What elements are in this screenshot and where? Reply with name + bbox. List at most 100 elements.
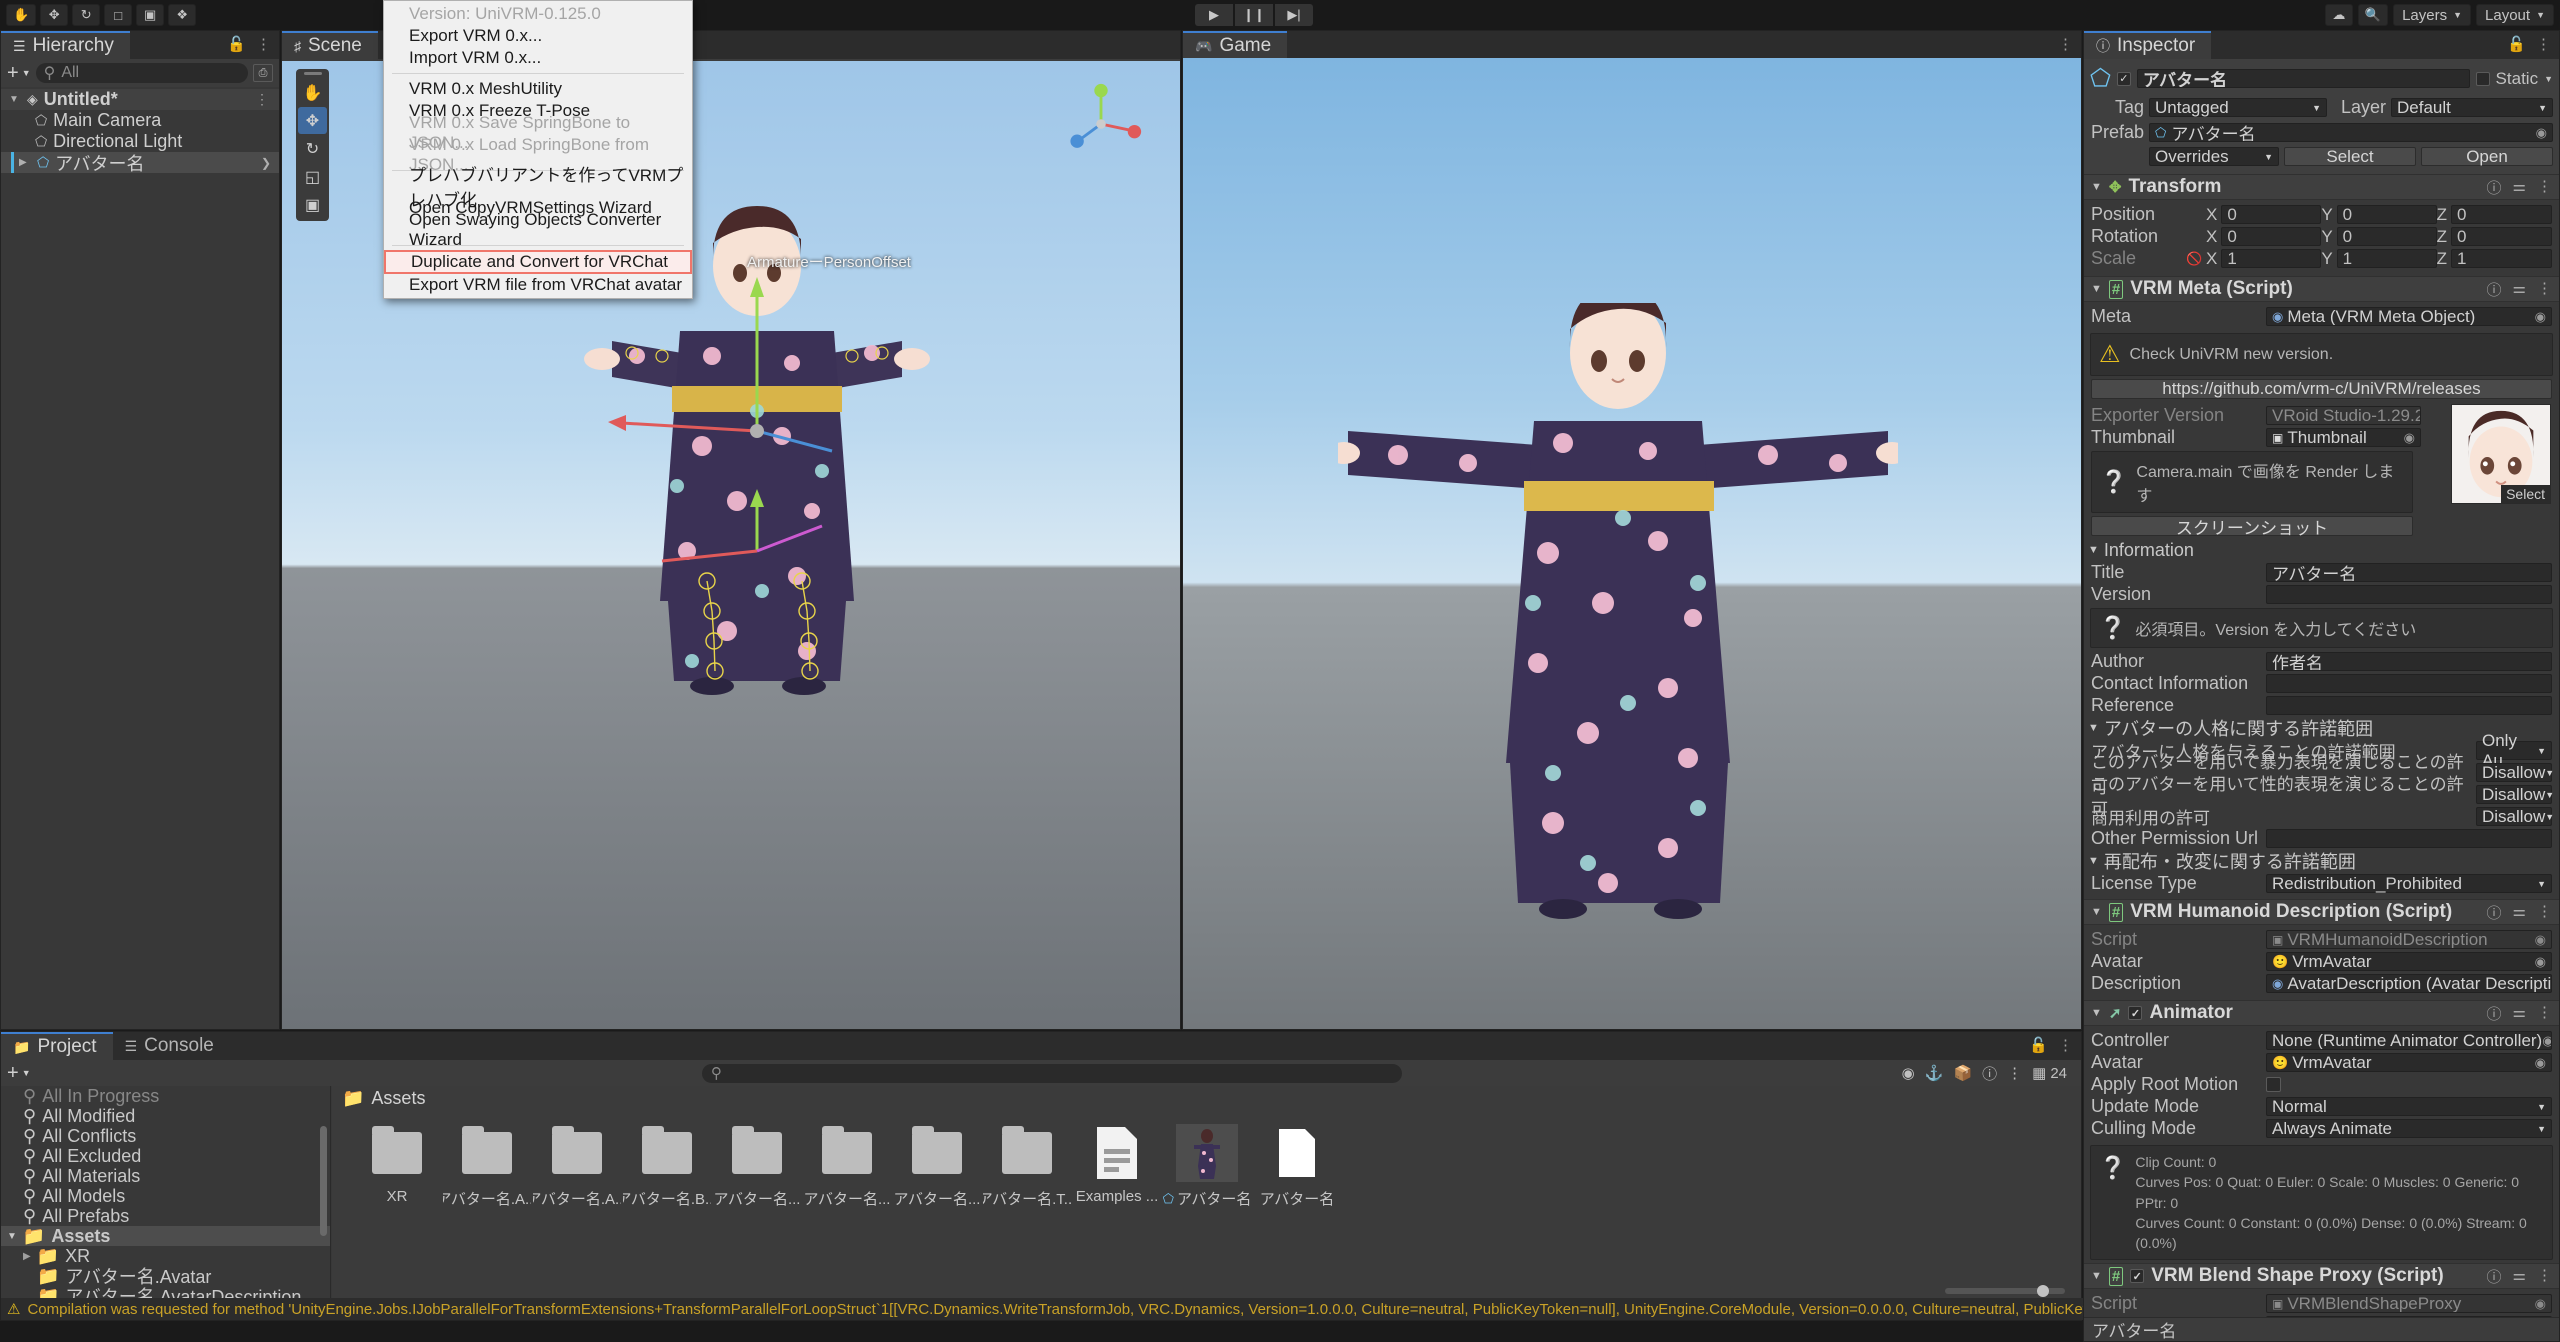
play-button[interactable]: ▶	[1195, 4, 1233, 26]
move-tool-icon[interactable]: ✥	[40, 4, 69, 26]
favorite-item-in-progress[interactable]: ⚲ All In Progress	[1, 1086, 330, 1106]
rotate-tool-icon[interactable]: ↻	[72, 4, 101, 26]
cloud-icon[interactable]: ☁	[2324, 4, 2353, 26]
hierarchy-item-scene[interactable]: ▼ ◈ Untitled* ⋮	[1, 89, 279, 110]
preset-icon[interactable]: ⚌	[2513, 902, 2526, 923]
prefab-open-button[interactable]: Open	[2421, 147, 2553, 166]
asset-item-avatar-prefab[interactable]: ⬠ アバター名	[1162, 1124, 1252, 1209]
asset-item-textures[interactable]: アバター名.T...	[982, 1124, 1072, 1209]
permission-dropdown[interactable]: Only Au ▼	[2476, 731, 2552, 770]
help-icon[interactable]: ⓘ	[2487, 1266, 2502, 1287]
constrain-proportions-icon[interactable]: 🚫	[2186, 251, 2206, 267]
hierarchy-item-main-camera[interactable]: ⬠ Main Camera	[1, 110, 279, 131]
object-picker-icon[interactable]: ◉	[2535, 954, 2546, 970]
chevron-down-icon[interactable]: ▼	[2544, 74, 2553, 84]
author-input[interactable]: 作者名	[2266, 652, 2552, 671]
project-zoom-slider[interactable]	[1945, 1285, 2065, 1297]
asset-item-avatar[interactable]: アバター名.A...	[442, 1124, 532, 1209]
overrides-dropdown[interactable]: Overrides ▼	[2149, 147, 2279, 166]
rect-tool-icon[interactable]: ▣	[136, 4, 165, 26]
slider-handle[interactable]	[2037, 1285, 2049, 1297]
more-menu-icon[interactable]: ⋮	[2537, 177, 2552, 198]
tab-scene[interactable]: ♯ Scene	[282, 31, 378, 59]
hierarchy-search-input[interactable]: ⚲ All	[35, 63, 248, 83]
project-search-input[interactable]: ⚲	[701, 1063, 1402, 1083]
hierarchy-detach-icon[interactable]: ⎙	[253, 64, 273, 82]
tab-project[interactable]: 📁 Project	[1, 1032, 113, 1060]
tab-console[interactable]: ☰ Console	[112, 1032, 230, 1060]
game-viewport[interactable]	[1183, 58, 2081, 1029]
contact-input[interactable]	[2266, 674, 2552, 693]
menu-item-swaying-objects[interactable]: Open Swaying Objects Converter Wizard	[384, 210, 692, 249]
favorite-item-prefabs[interactable]: ⚲ All Prefabs	[1, 1206, 330, 1226]
pause-button[interactable]: ❙❙	[1235, 4, 1273, 26]
tab-inspector[interactable]: ⓘ Inspector	[2084, 31, 2212, 59]
lock-icon[interactable]: 🔓	[2507, 35, 2526, 53]
component-header-vrm-humanoid[interactable]: ▼ # VRM Humanoid Description (Script) ⓘ …	[2084, 899, 2559, 925]
tab-game[interactable]: 🎮 Game	[1183, 31, 1288, 59]
layer-dropdown[interactable]: Default ▼	[2391, 98, 2553, 117]
scale-z-input[interactable]: 1	[2451, 249, 2552, 268]
project-browser[interactable]: 📁 Assets XR アバター名.A... アバター名.A...	[332, 1086, 2081, 1300]
grid-view-icon[interactable]: ▦	[2032, 1064, 2046, 1082]
static-checkbox[interactable]	[2475, 71, 2490, 86]
packages-dropdown-icon[interactable]: 📦	[1953, 1064, 1972, 1082]
layers-dropdown[interactable]: Layers ▼	[2393, 4, 2472, 26]
menu-item-export-vrm-from-vrchat[interactable]: Export VRM file from VRChat avatar	[384, 274, 692, 296]
asset-item-metaobject[interactable]: アバター名...	[892, 1124, 982, 1209]
chevron-down-icon[interactable]: ▼	[2091, 1270, 2102, 1282]
tab-hierarchy[interactable]: ☰ Hierarchy	[1, 31, 130, 59]
object-picker-icon[interactable]: ◉	[2536, 125, 2547, 141]
apply-root-motion-checkbox[interactable]	[2266, 1077, 2281, 1092]
update-mode-dropdown[interactable]: Normal ▼	[2266, 1097, 2552, 1116]
more-menu-icon[interactable]: ⋮	[2537, 1266, 2552, 1287]
favorite-item-models[interactable]: ⚲ All Models	[1, 1186, 330, 1206]
screenshot-button[interactable]: スクリーンショット	[2091, 516, 2413, 538]
scale-y-input[interactable]: 1	[2336, 249, 2437, 268]
component-header-transform[interactable]: ▼ ✥ Transform ⓘ ⚌ ⋮	[2084, 174, 2559, 200]
rotation-z-input[interactable]: 0	[2451, 227, 2552, 246]
more-menu-icon[interactable]: ⋮	[2537, 902, 2552, 923]
asset-item-meshes[interactable]: アバター名...	[802, 1124, 892, 1209]
univrm-releases-link[interactable]: https://github.com/vrm-c/UniVRM/releases	[2091, 379, 2552, 399]
preset-icon[interactable]: ⚌	[2513, 1003, 2526, 1024]
blendshape-enabled-checkbox[interactable]: ✓	[2130, 1269, 2145, 1284]
transform-tool-icon[interactable]: ❖	[168, 4, 197, 26]
prefab-select-button[interactable]: Select	[2284, 147, 2416, 166]
chevron-down-icon[interactable]: ▼	[2091, 1007, 2102, 1019]
hand-tool-icon[interactable]: ✋	[298, 79, 327, 106]
information-foldout[interactable]: ▼ Information	[2084, 539, 2559, 561]
component-header-animator[interactable]: ▼ ➚ ✓ Animator ⓘ ⚌ ⋮	[2084, 1000, 2559, 1026]
component-header-blendshape-proxy[interactable]: ▼ # ✓ VRM Blend Shape Proxy (Script) ⓘ ⚌…	[2084, 1263, 2559, 1290]
position-z-input[interactable]: 0	[2451, 205, 2552, 224]
chevron-down-icon[interactable]: ▼	[9, 94, 21, 105]
position-y-input[interactable]: 0	[2336, 205, 2437, 224]
culling-mode-dropdown[interactable]: Always Animate ▼	[2266, 1119, 2552, 1138]
scale-x-input[interactable]: 1	[2221, 249, 2322, 268]
favorite-item-materials[interactable]: ⚲ All Materials	[1, 1166, 330, 1186]
menu-item-meshutility[interactable]: VRM 0.x MeshUtility	[384, 78, 692, 100]
rotation-y-input[interactable]: 0	[2336, 227, 2437, 246]
more-menu-icon[interactable]: ⋮	[2537, 279, 2552, 300]
hierarchy-add-button[interactable]: + ▼	[7, 62, 31, 85]
menu-item-duplicate-convert-vrchat[interactable]: Duplicate and Convert for VRChat	[384, 250, 692, 274]
avatar-object-field[interactable]: 🙂 VrmAvatar ◉	[2266, 952, 2552, 971]
chevron-right-icon[interactable]: ❯	[261, 156, 279, 170]
vrm-context-menu[interactable]: Version: UniVRM-0.125.0 Export VRM 0.x..…	[383, 0, 693, 299]
reference-input[interactable]	[2266, 696, 2552, 715]
filter-by-label-icon[interactable]: ⚓	[1925, 1064, 1944, 1082]
thumbnail-object-field[interactable]: ▣ Thumbnail ◉	[2266, 428, 2421, 447]
more-menu-icon[interactable]: ⋮	[2058, 1036, 2073, 1054]
asset-item-materials[interactable]: アバター名...	[712, 1124, 802, 1209]
help-icon[interactable]: ⓘ	[2487, 177, 2502, 198]
help-icon[interactable]: ⓘ	[2487, 279, 2502, 300]
hand-tool-icon[interactable]: ✋	[6, 4, 37, 26]
tag-dropdown[interactable]: Untagged ▼	[2149, 98, 2327, 117]
object-name-input[interactable]: アバター名	[2136, 69, 2470, 88]
rect-tool-icon[interactable]: ▣	[298, 191, 327, 218]
favorite-item-excluded[interactable]: ⚲ All Excluded	[1, 1146, 330, 1166]
controller-object-field[interactable]: None (Runtime Animator Controller) ◉	[2266, 1031, 2552, 1050]
thumbnail-select-overlay[interactable]: Select	[2501, 485, 2550, 503]
asset-item-avatar-file[interactable]: アバター名	[1252, 1124, 1342, 1209]
permission-dropdown[interactable]: Disallow ▼	[2476, 785, 2554, 804]
